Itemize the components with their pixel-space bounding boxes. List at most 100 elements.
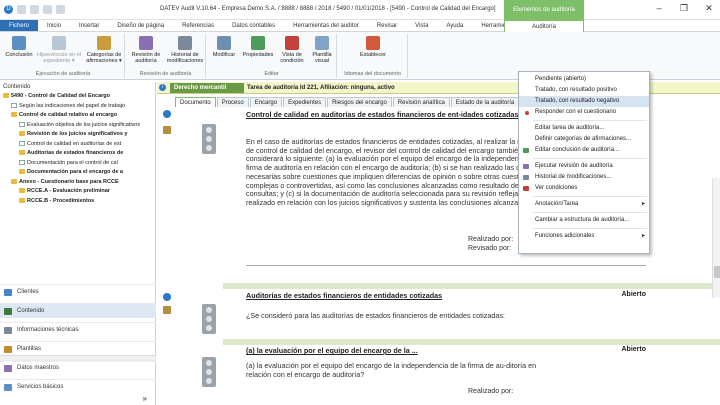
establecer-button[interactable]: Establecer <box>356 34 390 58</box>
tree-item-label: RCCE.B - Procedimientos <box>27 197 95 204</box>
plantilla-visual-button[interactable]: Plantilla visual <box>309 34 335 64</box>
tree-item-label: Control de calidad en auditorías de est <box>27 140 122 147</box>
document-tab[interactable]: Documento <box>175 97 216 107</box>
folder-icon <box>19 131 25 137</box>
section-band <box>223 283 720 289</box>
save-icon[interactable] <box>43 5 52 14</box>
menu-item[interactable]: Historial de modificaciones... <box>519 172 649 183</box>
tab-vista[interactable]: Vista <box>406 20 437 31</box>
nav-item[interactable]: Datos maestros <box>0 360 156 375</box>
menu-item[interactable]: Pendiente (abierto) <box>519 74 649 85</box>
tree-item-label: 5490 - Control de Calidad del Encargo <box>11 93 111 99</box>
menu-item[interactable]: Editar tarea de auditoría... <box>519 123 649 134</box>
context-menu: Pendiente (abierto) Tratado, con resultad… <box>518 71 650 254</box>
view-icon <box>523 186 529 191</box>
maximize-button[interactable]: ❐ <box>677 3 691 14</box>
menu-item[interactable]: Cambiar a estructura de auditoría... <box>519 215 649 226</box>
scroll-thumb[interactable] <box>714 266 720 278</box>
tree-item[interactable]: RCCE.A - Evaluación preliminar <box>0 187 155 197</box>
tab-inicio[interactable]: Inicio <box>38 20 70 31</box>
tab-fichero[interactable]: Fichero <box>0 20 39 31</box>
document-icon <box>19 140 25 146</box>
redo-icon[interactable] <box>30 5 39 14</box>
document-tab[interactable]: Proceso <box>216 97 249 107</box>
panel-header: Contenido <box>3 84 31 90</box>
tree-item[interactable]: Revisión de los juicios significativos y <box>0 130 155 140</box>
historial-button[interactable]: Historial de modificaciones <box>166 34 204 64</box>
tab-insertar[interactable]: Insertar <box>70 20 108 31</box>
nav-item[interactable]: Informaciones técnicas <box>0 322 156 337</box>
pencil-icon[interactable] <box>163 126 171 134</box>
nav-item-label: Contenido <box>17 308 45 314</box>
tree-item[interactable]: Auditorías de estados financieros de <box>0 149 155 159</box>
folder-icon <box>11 112 17 118</box>
menu-item[interactable]: Ver condiciones <box>519 183 649 194</box>
menu-item[interactable]: Ejecutar revisión de auditoría <box>519 161 649 172</box>
close-button[interactable]: ✕ <box>702 3 716 14</box>
tree-item[interactable]: Evaluación objetiva de los juicios signi… <box>0 121 155 131</box>
menu-item[interactable]: Responder con el cuestionario <box>519 107 649 118</box>
tab-diseno[interactable]: Diseño de página <box>108 20 173 31</box>
link-icon <box>52 36 66 50</box>
traffic-light-icon[interactable] <box>202 357 216 387</box>
tree-item[interactable]: Documentación para el control de cal <box>0 159 155 169</box>
revision-button[interactable]: Revisión de auditoría <box>128 34 164 64</box>
quick-access-more-icon[interactable] <box>56 5 65 14</box>
info-label: Derecho mercantil <box>170 83 244 93</box>
tree-item[interactable]: Control de calidad en auditorías de est <box>0 140 155 150</box>
conclusion-button[interactable]: Conclusión <box>4 34 34 58</box>
nav-item[interactable]: Plantillas <box>0 341 156 356</box>
info-icon[interactable] <box>163 110 171 118</box>
traffic-light-icon[interactable] <box>202 124 216 154</box>
nav-item[interactable]: Servicios básicos <box>0 379 156 394</box>
tab-revisar[interactable]: Revisar <box>368 20 406 31</box>
document-tab[interactable]: Expedientes <box>283 97 327 107</box>
document-tab[interactable]: Encargo <box>249 97 283 107</box>
vista-condicion-button[interactable]: Vista de condición <box>277 34 307 64</box>
nav-item[interactable]: Contenido <box>0 303 156 318</box>
tree-item[interactable]: Documentación para el encargo de a <box>0 168 155 178</box>
traffic-light-icon[interactable] <box>202 304 216 334</box>
folder-icon <box>19 169 25 175</box>
menu-item[interactable]: Editar conclusión de auditoría... <box>519 145 649 156</box>
pencil-icon[interactable] <box>163 306 171 314</box>
menu-item[interactable]: Tratado, con resultado positivo <box>519 85 649 96</box>
nav-item[interactable]: Clientes <box>0 284 156 299</box>
document-tab[interactable]: Estado de la auditoría <box>450 97 520 107</box>
info-icon: i <box>159 84 166 91</box>
tab-referencias[interactable]: Referencias <box>173 20 223 31</box>
tree-item[interactable]: Control de calidad relativo al encargo <box>0 111 155 121</box>
collapse-icon[interactable]: » <box>143 394 147 403</box>
tree-item[interactable]: Según las indicaciones del papel de trab… <box>0 102 155 112</box>
menu-separator <box>533 158 647 159</box>
categorias-button[interactable]: Categorías de afirmaciones ▾ <box>84 34 124 64</box>
tree-item[interactable]: 5490 - Control de Calidad del Encargo <box>0 92 155 102</box>
minimize-button[interactable]: – <box>652 3 666 13</box>
tab-herramientas-auditor[interactable]: Herramientas del auditor <box>284 20 368 31</box>
info-icon[interactable] <box>163 293 171 301</box>
nav-item-label: Informaciones técnicas <box>17 327 79 333</box>
undo-icon[interactable] <box>17 5 26 14</box>
content-icon <box>4 308 12 315</box>
edit-icon <box>217 36 231 50</box>
condition-view-icon <box>285 36 299 50</box>
tree-item-label: Documentación para el encargo de a <box>27 169 123 175</box>
propiedades-button[interactable]: Propiedades <box>241 34 275 58</box>
menu-item[interactable]: Anotación/Tarea ▸ <box>519 199 649 210</box>
tab-ayuda[interactable]: Ayuda <box>437 20 472 31</box>
document-tab[interactable]: Revisión analítica <box>392 97 450 107</box>
content-tree: 5490 - Control de Calidad del Encargo Seg… <box>0 92 155 206</box>
nav-item-label: Datos maestros <box>17 365 60 371</box>
tree-item[interactable]: Anexo - Cuestionario base para RCCE <box>0 178 155 188</box>
hipervinculo-button[interactable]: Hipervínculo en el expediente ▾ <box>36 34 82 64</box>
tree-item[interactable]: RCCE.B - Procedimientos <box>0 197 155 207</box>
services-icon <box>4 384 12 391</box>
document-tab[interactable]: Riesgos del encargo <box>327 97 392 107</box>
vertical-scrollbar[interactable] <box>712 178 720 298</box>
modificar-button[interactable]: Modificar <box>209 34 239 58</box>
menu-item[interactable]: Tratado, con resultado negativo <box>519 96 649 107</box>
tree-item-label: Según las indicaciones del papel de trab… <box>19 102 126 109</box>
menu-item[interactable]: Funciones adicionales ▸ <box>519 231 649 242</box>
tab-datos-contables[interactable]: Datos contables <box>223 20 284 31</box>
menu-item[interactable]: Definir categorías de afirmaciones... <box>519 134 649 145</box>
